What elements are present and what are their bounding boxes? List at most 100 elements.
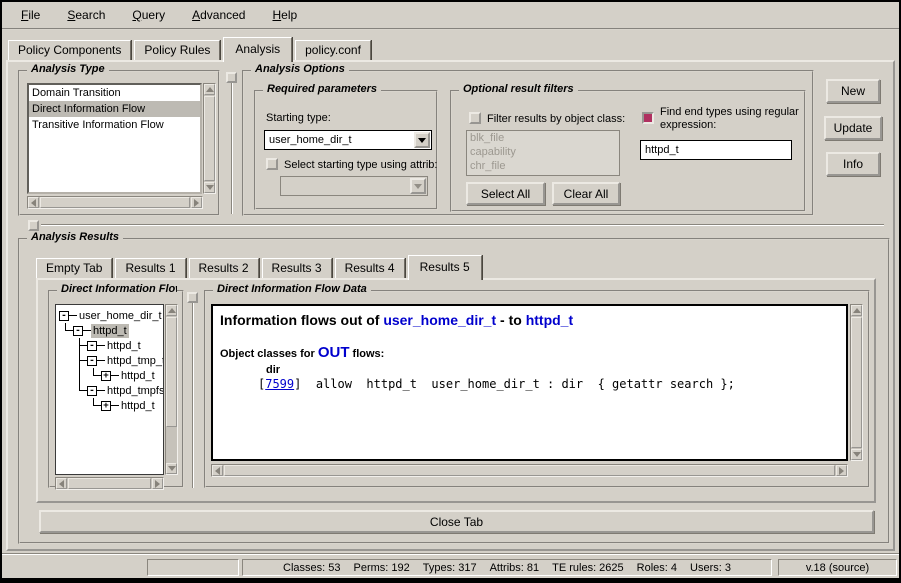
close-tab-button[interactable]: Close Tab <box>39 510 874 533</box>
list-item[interactable]: Direct Information Flow <box>29 101 200 117</box>
analysis-options-frame: Analysis Options Required parameters Sta… <box>242 70 814 216</box>
tree-hscrollbar[interactable] <box>55 477 164 490</box>
rule-id-link[interactable]: 7599 <box>265 377 294 391</box>
scrollbar-thumb[interactable] <box>68 478 151 489</box>
analysis-type-hscrollbar[interactable] <box>27 196 203 209</box>
scrollbar-thumb[interactable] <box>224 465 835 476</box>
results-tab-results-1[interactable]: Results 1 <box>115 258 185 278</box>
tree-node-label[interactable]: httpd_t <box>119 399 157 413</box>
new-button[interactable]: New <box>826 79 880 103</box>
tree-row: -user_home_dir_t <box>59 308 163 323</box>
tab-analysis[interactable]: Analysis <box>223 37 292 62</box>
tab-policy-conf[interactable]: policy.conf <box>295 40 371 60</box>
scroll-up-icon[interactable] <box>851 305 862 316</box>
update-button[interactable]: Update <box>824 116 882 140</box>
scroll-left-icon[interactable] <box>212 465 223 476</box>
tree-connector <box>97 360 105 361</box>
scroll-right-icon[interactable] <box>836 465 847 476</box>
analysis-type-vscrollbar[interactable] <box>203 83 216 194</box>
clear-all-button[interactable]: Clear All <box>552 182 620 205</box>
flow-data-textarea[interactable]: Information flows out of user_home_dir_t… <box>211 304 848 461</box>
main-pane-sash-handle[interactable] <box>28 220 39 231</box>
tree-expand-icon[interactable]: + <box>101 401 111 411</box>
tree-node-label[interactable]: httpd_t <box>91 324 129 338</box>
menu-query[interactable]: Query <box>123 6 174 24</box>
object-classes-line: Object classes for OUT flows: <box>220 344 839 361</box>
scroll-down-icon[interactable] <box>204 182 215 193</box>
tree-connector <box>73 383 87 398</box>
results-pane-sash-handle[interactable] <box>187 292 198 303</box>
data-vscrollbar[interactable] <box>850 304 863 461</box>
scrollbar-thumb[interactable] <box>851 317 862 448</box>
tab-policy-rules[interactable]: Policy Rules <box>134 40 220 60</box>
regex-input[interactable]: httpd_t <box>640 140 792 160</box>
regex-checkbox-label-line2[interactable]: expression: <box>660 119 716 131</box>
tab-policy-components[interactable]: Policy Components <box>8 40 131 60</box>
statusbar-stats: Classes: 53Perms: 192Types: 317Attribs: … <box>242 559 772 576</box>
results-tab-empty-tab[interactable]: Empty Tab <box>36 258 112 278</box>
scrollbar-thumb[interactable] <box>204 96 215 181</box>
tree-node-label[interactable]: httpd_tmpfs_t <box>105 384 164 398</box>
tree-node-label[interactable]: httpd_tmp_t <box>105 354 164 368</box>
list-item[interactable]: Domain Transition <box>29 85 200 101</box>
scroll-left-icon[interactable] <box>28 197 39 208</box>
tree-collapse-icon[interactable]: - <box>73 326 83 336</box>
starting-type-combobox[interactable]: user_home_dir_t <box>264 130 432 150</box>
dropdown-arrow-icon[interactable] <box>414 132 430 148</box>
tree-collapse-icon[interactable]: - <box>87 341 97 351</box>
tree-row: -httpd_tmpfs_t <box>59 383 163 398</box>
results-tab-results-4[interactable]: Results 4 <box>335 258 405 278</box>
top-pane-sash-handle[interactable] <box>226 72 237 83</box>
tree-vscrollbar[interactable] <box>165 304 178 475</box>
tree-expand-icon[interactable]: + <box>101 371 111 381</box>
results-pane-sash[interactable] <box>192 292 194 488</box>
tree-node-label[interactable]: httpd_t <box>105 339 143 353</box>
analysis-type-listbox[interactable]: Domain TransitionDirect Information Flow… <box>27 83 202 194</box>
object-class-checkbox-label[interactable]: Filter results by object class: <box>487 113 625 125</box>
results-tab-results-2[interactable]: Results 2 <box>189 258 259 278</box>
tree-collapse-icon[interactable]: - <box>59 311 69 321</box>
flow-tree-title: Direct Information Flow 1 <box>57 283 177 295</box>
tree-collapse-icon[interactable]: - <box>87 386 97 396</box>
analysis-type-title: Analysis Type <box>27 63 109 75</box>
scroll-right-icon[interactable] <box>191 197 202 208</box>
tree-connector <box>69 315 77 316</box>
apol-window: File Search Query Advanced Help Policy Compo… <box>0 0 901 583</box>
flow-data-frame: Direct Information Flow Data Information… <box>204 290 870 488</box>
results-tab-bar: Empty TabResults 1Results 2Results 3Resu… <box>36 257 485 278</box>
select-all-button[interactable]: Select All <box>466 182 545 205</box>
scrollbar-thumb[interactable] <box>40 197 190 208</box>
attrib-checkbox-label[interactable]: Select starting type using attrib: <box>284 159 437 171</box>
data-hscrollbar[interactable] <box>211 464 848 477</box>
object-class-listbox: blk_filecapabilitychr_file <box>466 130 620 176</box>
scroll-up-icon[interactable] <box>166 305 177 316</box>
menu-help[interactable]: Help <box>263 6 306 24</box>
tree-connector <box>73 338 87 353</box>
list-item[interactable]: Transitive Information Flow <box>29 117 200 133</box>
tree-node-label[interactable]: user_home_dir_t <box>77 309 164 323</box>
optional-filters-frame: Optional result filters Filter results b… <box>450 90 806 212</box>
regex-checkbox[interactable] <box>642 112 654 124</box>
results-tab-results-3[interactable]: Results 3 <box>262 258 332 278</box>
results-tab-results-5[interactable]: Results 5 <box>408 255 482 280</box>
menu-file[interactable]: File <box>12 6 49 24</box>
flow-tree[interactable]: -user_home_dir_t-httpd_t-httpd_t-httpd_t… <box>55 304 164 475</box>
scroll-up-icon[interactable] <box>204 84 215 95</box>
scroll-left-icon[interactable] <box>56 478 67 489</box>
tree-row: -httpd_t <box>59 338 163 353</box>
main-pane-sash[interactable] <box>41 224 884 226</box>
top-pane-sash[interactable] <box>231 74 233 214</box>
tree-node-label[interactable]: httpd_t <box>119 369 157 383</box>
attrib-checkbox[interactable] <box>266 158 278 170</box>
object-class-checkbox[interactable] <box>469 112 481 124</box>
tree-connector <box>73 368 87 383</box>
regex-checkbox-label-line1[interactable]: Find end types using regular <box>660 106 799 118</box>
scrollbar-thumb[interactable] <box>166 317 177 427</box>
tree-collapse-icon[interactable]: - <box>87 356 97 366</box>
info-button[interactable]: Info <box>826 152 880 176</box>
scroll-down-icon[interactable] <box>851 449 862 460</box>
scroll-down-icon[interactable] <box>166 463 177 474</box>
scroll-right-icon[interactable] <box>152 478 163 489</box>
menu-advanced[interactable]: Advanced <box>183 6 254 24</box>
menu-search[interactable]: Search <box>58 6 114 24</box>
